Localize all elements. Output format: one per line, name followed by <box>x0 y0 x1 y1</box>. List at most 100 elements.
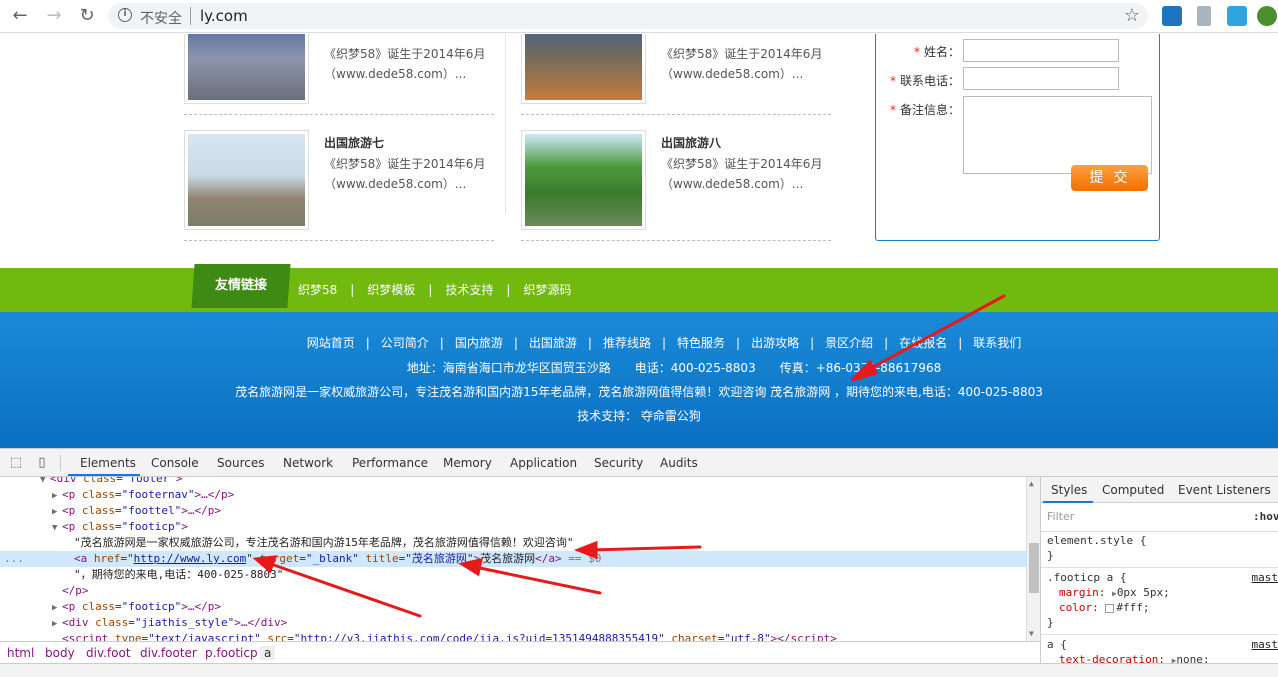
phone-field[interactable] <box>963 67 1119 90</box>
back-button[interactable]: ← <box>8 5 32 27</box>
article-link-text[interactable]: （www.dede58.com）... <box>324 175 466 192</box>
bookmark-star-icon[interactable]: ☆ <box>1124 5 1140 26</box>
article-item[interactable]: 《织梦58》诞生于2014年6月 （www.dede58.com）... <box>521 34 841 104</box>
footer-support: 技术支持： 夺命雷公狗 <box>577 409 701 423</box>
phone-label-text: 联系电话： <box>899 74 960 88</box>
footer-nav-item[interactable]: 联系我们 <box>973 334 1021 351</box>
tab-memory[interactable]: Memory <box>443 456 492 470</box>
hover-state-toggle[interactable]: :hov <box>1253 510 1278 523</box>
dom-node[interactable]: ▶ <p class="footicp">…</p> <box>0 599 1026 615</box>
footer-nav-item[interactable]: 网站首页 <box>307 334 355 351</box>
article-thumbnail[interactable] <box>184 34 309 104</box>
article-thumbnail[interactable] <box>521 130 646 230</box>
scrollbar-thumb[interactable] <box>1029 543 1039 593</box>
footer-nav-item[interactable]: 特色服务 <box>677 334 725 351</box>
scroll-up-icon[interactable]: ▲ <box>1029 479 1034 488</box>
breadcrumb-item[interactable]: body <box>45 646 75 660</box>
tab-network[interactable]: Network <box>283 456 333 470</box>
dom-node[interactable]: ▶ <p class="footernav">…</p> <box>0 487 1026 503</box>
friend-link[interactable]: 织梦模板 <box>367 281 415 298</box>
name-field[interactable] <box>963 39 1119 62</box>
extension-icon-3[interactable] <box>1257 6 1277 26</box>
dom-scrollbar[interactable]: ▲ ▼ <box>1026 477 1040 641</box>
tab-sources[interactable]: Sources <box>217 456 264 470</box>
stylesheet-link[interactable]: mast <box>1252 571 1278 584</box>
css-declaration[interactable]: color: #fff; <box>1059 601 1150 614</box>
tab-audits[interactable]: Audits <box>660 456 698 470</box>
url-text[interactable]: ly.com <box>200 7 248 25</box>
reload-button[interactable]: ↻ <box>75 5 99 27</box>
article-item[interactable]: 出国旅游七 《织梦58》诞生于2014年6月 （www.dede58.com）.… <box>184 130 504 230</box>
extension-icon-1[interactable] <box>1162 6 1182 26</box>
insecure-label: 不安全 <box>140 11 182 27</box>
tab-styles[interactable]: Styles <box>1051 483 1087 497</box>
footer-nav-item[interactable]: 在线报名 <box>899 334 947 351</box>
color-swatch[interactable] <box>1105 603 1115 613</box>
tab-security[interactable]: Security <box>594 456 643 470</box>
tab-event-listeners[interactable]: Event Listeners <box>1178 483 1271 497</box>
expanded-triangle-icon[interactable]: ▼ <box>52 520 62 536</box>
css-selector[interactable]: a { <box>1047 638 1067 651</box>
address-bar[interactable]: i 不安全 ly.com ☆ <box>108 3 1148 29</box>
element-style-rule[interactable]: element.style { <box>1047 534 1146 547</box>
tab-application[interactable]: Application <box>510 456 577 470</box>
extension-icon-2[interactable] <box>1227 6 1247 26</box>
download-icon[interactable] <box>1197 6 1211 26</box>
dom-node[interactable]: ▶ <p class="foottel">…</p> <box>0 503 1026 519</box>
css-selector[interactable]: .footicp a { <box>1047 571 1126 584</box>
tab-performance[interactable]: Performance <box>352 456 428 470</box>
footer-nav-item[interactable]: 出游攻略 <box>751 334 799 351</box>
note-label: * 备注信息： <box>880 101 960 118</box>
article-thumbnail[interactable] <box>184 130 309 230</box>
friend-link[interactable]: 技术支持 <box>445 281 493 298</box>
note-textarea[interactable] <box>963 96 1152 174</box>
collapsed-triangle-icon[interactable]: ▶ <box>52 600 62 616</box>
info-icon[interactable]: i <box>118 8 132 22</box>
collapsed-triangle-icon[interactable]: ▶ <box>52 616 62 632</box>
styles-filter-input[interactable]: Filter <box>1045 507 1241 527</box>
dom-node[interactable]: ▼ <p class="footicp"> <box>0 519 1026 535</box>
dom-close-tag[interactable]: </p> <box>0 583 1026 599</box>
submit-button[interactable]: 提交 <box>1071 165 1148 191</box>
friend-link[interactable]: 织梦源码 <box>523 281 571 298</box>
css-declaration[interactable]: margin: ▶0px 5px; <box>1059 586 1170 599</box>
tab-elements[interactable]: Elements <box>80 456 136 470</box>
breadcrumb-item[interactable]: div.footer <box>140 646 197 660</box>
dom-node[interactable]: <script type="text/javascript" src="http… <box>0 631 1026 641</box>
forward-button[interactable]: → <box>42 5 66 27</box>
console-drawer[interactable] <box>0 663 1278 677</box>
stylesheet-link[interactable]: mast <box>1252 638 1278 651</box>
dom-node[interactable]: ▼ <div class="footer"> <box>0 477 1026 487</box>
article-thumbnail[interactable] <box>521 34 646 104</box>
device-toolbar-icon[interactable]: ▯ <box>34 455 50 471</box>
breadcrumb-item[interactable]: p.footicp <box>205 646 258 660</box>
article-item[interactable]: 出国旅游八 《织梦58》诞生于2014年6月 （www.dede58.com）.… <box>521 130 841 230</box>
more-actions-icon[interactable]: ... <box>4 551 74 567</box>
footer-nav-item[interactable]: 推荐线路 <box>603 334 651 351</box>
column-divider <box>505 34 506 214</box>
article-title[interactable]: 出国旅游八 <box>661 134 721 151</box>
article-link-text[interactable]: （www.dede58.com）... <box>661 175 803 192</box>
breadcrumb-item-active[interactable]: a <box>260 646 276 660</box>
article-link-text[interactable]: （www.dede58.com）... <box>661 65 803 82</box>
inspect-element-icon[interactable]: ⬚ <box>8 455 24 471</box>
footer-nav-item[interactable]: 景区介绍 <box>825 334 873 351</box>
footer-nav-item[interactable]: 国内旅游 <box>455 334 503 351</box>
article-item[interactable]: 《织梦58》诞生于2014年6月 （www.dede58.com）... <box>184 34 504 104</box>
dom-node-selected[interactable]: ... <a href="http://www.ly.com" target="_… <box>0 551 1026 567</box>
scroll-down-icon[interactable]: ▼ <box>1029 629 1034 638</box>
dom-text-node[interactable]: "茂名旅游网是一家权威旅游公司，专注茂名游和国内游15年老品牌，茂名旅游网值得信… <box>0 535 1026 551</box>
breadcrumb-item[interactable]: div.foot <box>86 646 131 660</box>
dom-text-node[interactable]: "，期待您的来电,电话：400-025-8803" <box>0 567 1026 583</box>
article-title[interactable]: 出国旅游七 <box>324 134 384 151</box>
collapsed-triangle-icon[interactable]: ▶ <box>52 488 62 504</box>
collapsed-triangle-icon[interactable]: ▶ <box>52 504 62 520</box>
article-link-text[interactable]: （www.dede58.com）... <box>324 65 466 82</box>
breadcrumb-item[interactable]: html <box>7 646 34 660</box>
tab-console[interactable]: Console <box>151 456 199 470</box>
tab-computed[interactable]: Computed <box>1102 483 1164 497</box>
dom-node[interactable]: ▶ <div class="jiathis_style">…</div> <box>0 615 1026 631</box>
friend-link[interactable]: 织梦58 <box>298 281 337 298</box>
footer-nav-item[interactable]: 公司简介 <box>381 334 429 351</box>
footer-nav-item[interactable]: 出国旅游 <box>529 334 577 351</box>
